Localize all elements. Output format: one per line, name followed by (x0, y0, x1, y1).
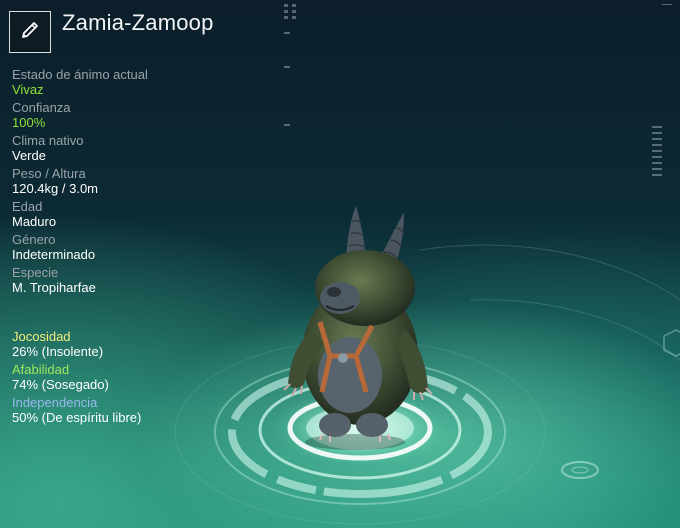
stat-value: 100% (12, 115, 46, 130)
trait-value: 74% (Sosegado) (12, 377, 109, 392)
stat-value: 120.4kg / 3.0m (12, 181, 98, 196)
stat-weight-height: Peso / Altura 120.4kg / 3.0m (12, 166, 212, 197)
stat-value: Maduro (12, 214, 57, 229)
trait-friendliness: Afabilidad 74% (Sosegado) (12, 362, 232, 393)
trait-value: 50% (De espíritu libre) (12, 410, 142, 425)
trait-label: Afabilidad (12, 362, 70, 377)
hud-ring-small (561, 461, 599, 479)
hud-arcs (419, 244, 680, 361)
stat-value: Indeterminado (12, 247, 96, 262)
stat-value: M. Tropiharfae (12, 280, 96, 295)
edit-name-button[interactable] (9, 11, 51, 53)
pencil-icon (19, 19, 41, 46)
trait-value: 26% (Insolente) (12, 344, 104, 359)
hud-ticks (284, 4, 672, 176)
stat-label: Peso / Altura (12, 166, 86, 181)
trait-independence: Independencia 50% (De espíritu libre) (12, 395, 232, 426)
trait-label: Jocosidad (12, 329, 71, 344)
personality-traits: Jocosidad 26% (Insolente) Afabilidad 74%… (12, 329, 232, 428)
stat-label: Edad (12, 199, 43, 214)
stat-value: Verde (12, 148, 46, 163)
creature-stats: Estado de ánimo actual Vivaz Confianza 1… (12, 67, 212, 298)
hud-hexagon (663, 329, 680, 357)
trait-label: Independencia (12, 395, 98, 410)
stat-value: Vivaz (12, 82, 44, 97)
stat-mood: Estado de ánimo actual Vivaz (12, 67, 212, 98)
stat-label: Especie (12, 265, 59, 280)
stat-label: Género (12, 232, 56, 247)
stat-label: Clima nativo (12, 133, 84, 148)
stat-trust: Confianza 100% (12, 100, 212, 131)
creature-name: Zamia-Zamoop (62, 10, 214, 35)
trait-playfulness: Jocosidad 26% (Insolente) (12, 329, 232, 360)
stat-age: Edad Maduro (12, 199, 212, 230)
stat-species: Especie M. Tropiharfae (12, 265, 212, 296)
stat-climate: Clima nativo Verde (12, 133, 212, 164)
stat-label: Confianza (12, 100, 71, 115)
stat-gender: Género Indeterminado (12, 232, 212, 263)
stat-label: Estado de ánimo actual (12, 67, 148, 82)
